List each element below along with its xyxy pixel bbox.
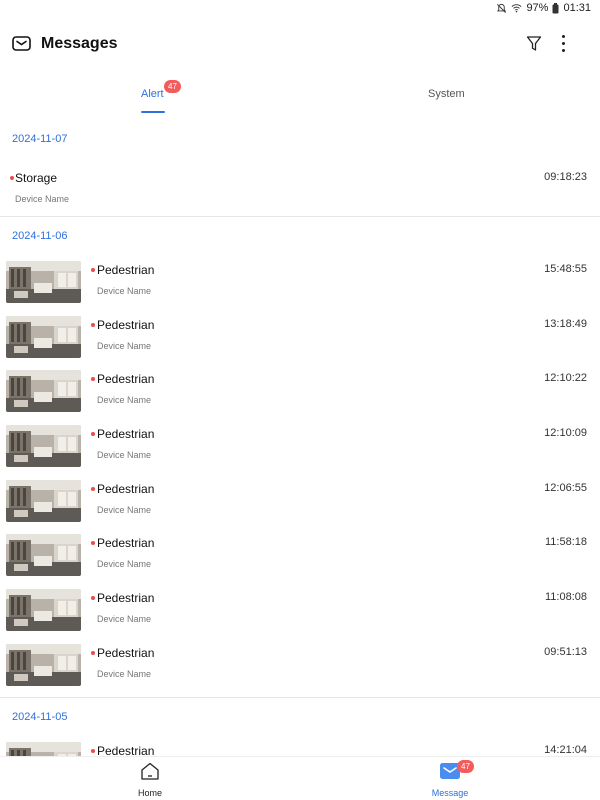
- active-tab-indicator: [141, 111, 165, 113]
- message-row[interactable]: Storage Device Name 09:18:23: [0, 158, 600, 212]
- event-title: Pedestrian: [97, 591, 155, 606]
- nav-message[interactable]: 47 Message: [425, 760, 475, 798]
- event-title: Pedestrian: [97, 263, 155, 277]
- filter-icon[interactable]: [526, 35, 542, 58]
- event-time: 15:48:55: [544, 263, 587, 275]
- bottom-navigation: Home 47 Message: [0, 756, 600, 800]
- alert-count-badge: 47: [164, 80, 181, 93]
- unread-dot: [91, 486, 95, 491]
- snapshot-thumbnail: [6, 741, 81, 756]
- event-time: 09:18:23: [544, 171, 587, 183]
- date-header: 2024-11-06: [12, 230, 68, 242]
- message-row[interactable]: Pedestrian Device Name 12:10:09: [0, 419, 600, 474]
- unread-dot: [91, 596, 95, 601]
- tab-bar: Alert 47 System: [0, 78, 600, 118]
- unread-dot: [91, 650, 95, 655]
- unread-dot: [91, 322, 95, 327]
- event-title: Storage: [15, 171, 58, 185]
- device-name: Device Name: [97, 559, 152, 570]
- snapshot-thumbnail: [6, 315, 81, 358]
- message-count-badge: 47: [457, 760, 474, 773]
- more-options-icon[interactable]: [556, 33, 572, 55]
- tab-alert[interactable]: Alert: [141, 88, 164, 100]
- date-header: 2024-11-05: [12, 710, 68, 723]
- clock: 01:31: [563, 2, 591, 14]
- event-title: Pedestrian: [97, 536, 155, 551]
- tab-system[interactable]: System: [428, 88, 465, 100]
- event-time: 11:08:08: [544, 591, 587, 604]
- unread-dot: [91, 748, 95, 753]
- device-name: Device Name: [97, 340, 152, 351]
- event-time: 12:10:09: [544, 427, 587, 440]
- unread-dot: [91, 432, 95, 437]
- nav-home-label: Home: [137, 788, 162, 798]
- unread-dot: [91, 268, 95, 272]
- event-time: 14:21:04: [544, 743, 587, 756]
- unread-dot: [91, 377, 95, 382]
- device-name: Device Name: [97, 395, 152, 406]
- snapshot-thumbnail: [6, 479, 81, 522]
- device-name: Device Name: [97, 450, 152, 461]
- event-title: Pedestrian: [97, 481, 155, 496]
- unread-dot: [10, 176, 14, 180]
- envelope-icon: [12, 36, 31, 56]
- date-header: 2024-11-07: [12, 133, 68, 145]
- snapshot-thumbnail: [6, 643, 81, 686]
- wifi-icon: [511, 3, 522, 13]
- unread-dot: [91, 541, 95, 546]
- message-row[interactable]: Pedestrian Device Name 09:51:13: [0, 638, 600, 693]
- device-name: Device Name: [97, 614, 152, 625]
- message-row[interactable]: PedestrianDevice Name14:21:04: [0, 736, 600, 757]
- page-title: Messages: [41, 35, 118, 52]
- battery-percent: 97%: [526, 2, 549, 14]
- nav-home[interactable]: Home: [130, 761, 170, 798]
- battery-icon: [552, 2, 559, 14]
- device-name: Device Name: [97, 668, 152, 679]
- snapshot-thumbnail: [6, 261, 81, 303]
- message-row[interactable]: Pedestrian Device Name 12:06:55: [0, 474, 600, 529]
- mute-icon: [496, 3, 507, 14]
- event-title: Pedestrian: [97, 372, 155, 387]
- status-bar: 97% 01:31: [0, 0, 600, 18]
- event-time: 12:10:22: [544, 372, 587, 385]
- device-name: Device Name: [15, 194, 70, 204]
- snapshot-thumbnail: [6, 534, 81, 577]
- event-title: Pedestrian: [97, 645, 155, 660]
- event-time: 13:18:49: [544, 317, 587, 330]
- home-icon: [139, 762, 161, 785]
- snapshot-thumbnail: [6, 370, 81, 413]
- message-row[interactable]: Pedestrian Device Name 15:48:55: [0, 255, 600, 310]
- message-row[interactable]: Pedestrian Device Name 11:08:08: [0, 583, 600, 638]
- event-title: Pedestrian: [97, 427, 155, 442]
- snapshot-thumbnail: [6, 589, 81, 632]
- device-name: Device Name: [97, 504, 152, 515]
- app-header: Messages: [0, 28, 600, 62]
- event-title: Pedestrian: [97, 743, 155, 757]
- event-title: Pedestrian: [97, 317, 155, 332]
- nav-message-label: Message: [431, 788, 469, 798]
- event-time: 11:58:18: [544, 536, 587, 549]
- message-list[interactable]: 2024-11-07 Storage Device Name 09:18:23 2024…: [0, 120, 600, 756]
- event-time: 12:06:55: [544, 481, 587, 494]
- message-row[interactable]: Pedestrian Device Name 11:58:18: [0, 528, 600, 583]
- device-name: Device Name: [97, 286, 152, 296]
- message-row[interactable]: Pedestrian Device Name 12:10:22: [0, 364, 600, 419]
- message-row[interactable]: Pedestrian Device Name 13:18:49: [0, 310, 600, 365]
- snapshot-thumbnail: [6, 425, 81, 468]
- event-time: 09:51:13: [544, 645, 587, 658]
